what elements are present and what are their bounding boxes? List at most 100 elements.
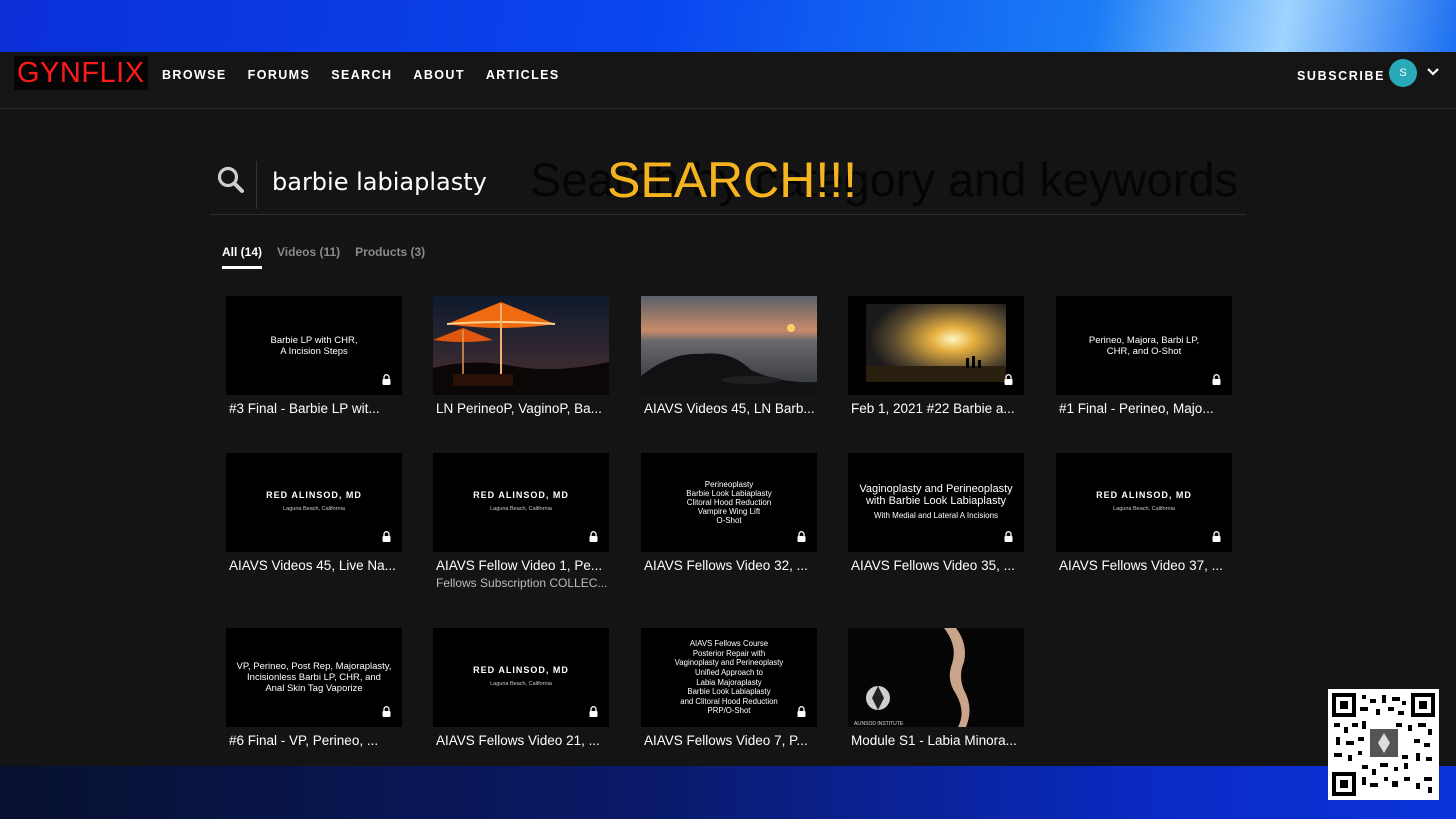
lock-icon [382, 706, 391, 717]
figure-image: ALINSOD INSTITUTE [848, 628, 1024, 727]
video-thumbnail[interactable]: Perineoplasty Barbie Look Labiaplasty Cl… [641, 453, 817, 552]
video-thumbnail[interactable]: ALINSOD INSTITUTE [848, 628, 1024, 727]
thumbnail-caption: Vaginoplasty and Perineoplasty with Barb… [848, 453, 1024, 552]
search-overlay-text: SEARCH!!! [607, 152, 858, 208]
lock-icon [1004, 531, 1013, 542]
video-thumbnail[interactable]: AIAVS Fellows Course Posterior Repair wi… [641, 628, 817, 727]
lock-icon [382, 374, 391, 385]
qr-pattern [1332, 693, 1435, 796]
top-gradient-band [0, 0, 1456, 52]
thumbnail-subheading: With Medial and Lateral A Incisions [873, 510, 999, 520]
lock-icon [589, 706, 598, 717]
result-collection[interactable]: Fellows Subscription COLLEC... [433, 576, 609, 590]
result-tabs: All (14) Videos (11) Products (3) [222, 245, 425, 269]
nav-forums[interactable]: FORUMS [248, 68, 311, 82]
avatar[interactable]: S [1389, 59, 1417, 87]
nav-browse[interactable]: BROWSE [162, 68, 227, 82]
video-thumbnail[interactable]: RED ALINSOD, MD Laguna Beach, California [433, 453, 609, 552]
institute-label: ALINSOD INSTITUTE [854, 721, 904, 727]
brand-name: RED ALINSOD, MD [1096, 490, 1192, 500]
thumbnail-caption: RED ALINSOD, MD Laguna Beach, California [226, 453, 402, 552]
thumbnail-caption: AIAVS Fellows Course Posterior Repair wi… [674, 639, 784, 716]
sunset-beach-image [848, 296, 1024, 395]
nav-about[interactable]: ABOUT [413, 68, 464, 82]
result-title[interactable]: LN PerineoP, VaginoP, Ba... [433, 401, 609, 416]
brand-location: Laguna Beach, California [490, 681, 552, 687]
umbrella-image [433, 296, 609, 395]
video-thumbnail[interactable]: RED ALINSOD, MD Laguna Beach, California [226, 453, 402, 552]
brand-location: Laguna Beach, California [283, 506, 345, 512]
brand-name: RED ALINSOD, MD [473, 665, 569, 675]
nav-articles[interactable]: ARTICLES [486, 68, 560, 82]
result-title[interactable]: #1 Final - Perineo, Majo... [1056, 401, 1232, 416]
thumbnail-caption: RED ALINSOD, MD Laguna Beach, California [433, 453, 609, 552]
brand-location: Laguna Beach, California [1113, 506, 1175, 512]
result-card[interactable]: ALINSOD INSTITUTE Module S1 - Labia Mino… [848, 628, 1024, 748]
result-title[interactable]: AIAVS Videos 45, LN Barb... [641, 401, 817, 416]
result-card[interactable]: Perineo, Majora, Barbi LP, CHR, and O-Sh… [1056, 296, 1232, 416]
qr-code [1328, 689, 1439, 800]
result-title[interactable]: AIAVS Fellows Video 35, ... [848, 558, 1024, 573]
brand-name: RED ALINSOD, MD [266, 490, 362, 500]
seascape-image [641, 296, 817, 395]
lock-icon [589, 531, 598, 542]
thumbnail-caption: Perineoplasty Barbie Look Labiaplasty Cl… [686, 480, 772, 525]
video-thumbnail[interactable] [848, 296, 1024, 395]
result-card[interactable]: LN PerineoP, VaginoP, Ba... [433, 296, 609, 416]
result-card[interactable]: RED ALINSOD, MD Laguna Beach, California… [433, 453, 609, 590]
chevron-down-icon[interactable] [1425, 64, 1441, 80]
thumbnail-caption: RED ALINSOD, MD Laguna Beach, California [1056, 453, 1232, 552]
result-title[interactable]: #3 Final - Barbie LP wit... [226, 401, 402, 416]
result-title[interactable]: AIAVS Fellows Video 37, ... [1056, 558, 1232, 573]
tab-videos[interactable]: Videos (11) [277, 245, 340, 269]
gynflix-logo[interactable]: GYNFLIX [14, 56, 148, 90]
main-nav: BROWSE FORUMS SEARCH ABOUT ARTICLES [162, 68, 560, 82]
video-thumbnail[interactable]: Barbie LP with CHR, A Incision Steps [226, 296, 402, 395]
lock-icon [1212, 374, 1221, 385]
thumbnail-caption: RED ALINSOD, MD Laguna Beach, California [433, 628, 609, 727]
tab-products[interactable]: Products (3) [355, 245, 425, 269]
bottom-gradient-band [0, 766, 1456, 819]
result-card[interactable]: RED ALINSOD, MD Laguna Beach, California… [226, 453, 402, 573]
lock-icon [382, 531, 391, 542]
brand-name: RED ALINSOD, MD [473, 490, 569, 500]
thumbnail-caption: VP, Perineo, Post Rep, Majoraplasty, Inc… [236, 661, 392, 694]
result-title[interactable]: #6 Final - VP, Perineo, ... [226, 733, 402, 748]
result-title[interactable]: AIAVS Fellows Video 21, ... [433, 733, 609, 748]
lock-icon [1004, 374, 1013, 385]
result-title[interactable]: AIAVS Fellow Video 1, Pe... [433, 558, 609, 573]
result-card[interactable]: Vaginoplasty and Perineoplasty with Barb… [848, 453, 1024, 573]
thumbnail-caption: Perineo, Majora, Barbi LP, CHR, and O-Sh… [1088, 334, 1200, 357]
video-thumbnail[interactable]: Perineo, Majora, Barbi LP, CHR, and O-Sh… [1056, 296, 1232, 395]
result-title[interactable]: Feb 1, 2021 #22 Barbie a... [848, 401, 1024, 416]
thumbnail-heading: Vaginoplasty and Perineoplasty with Barb… [859, 482, 1013, 508]
brand-location: Laguna Beach, California [490, 506, 552, 512]
result-card[interactable]: Perineoplasty Barbie Look Labiaplasty Cl… [641, 453, 817, 573]
result-card[interactable]: Feb 1, 2021 #22 Barbie a... [848, 296, 1024, 416]
video-thumbnail[interactable] [433, 296, 609, 395]
result-title[interactable]: Module S1 - Labia Minora... [848, 733, 1024, 748]
result-card[interactable]: AIAVS Videos 45, LN Barb... [641, 296, 817, 416]
result-card[interactable]: Barbie LP with CHR, A Incision Steps #3 … [226, 296, 402, 416]
top-navbar: GYNFLIX BROWSE FORUMS SEARCH ABOUT ARTIC… [0, 52, 1456, 109]
lock-icon [797, 531, 806, 542]
result-card[interactable]: RED ALINSOD, MD Laguna Beach, California… [1056, 453, 1232, 573]
result-card[interactable]: VP, Perineo, Post Rep, Majoraplasty, Inc… [226, 628, 402, 748]
video-thumbnail[interactable]: RED ALINSOD, MD Laguna Beach, California [433, 628, 609, 727]
video-thumbnail[interactable]: RED ALINSOD, MD Laguna Beach, California [1056, 453, 1232, 552]
search-icon [217, 166, 244, 193]
video-thumbnail[interactable]: Vaginoplasty and Perineoplasty with Barb… [848, 453, 1024, 552]
tab-all[interactable]: All (14) [222, 245, 263, 269]
result-title[interactable]: AIAVS Fellows Video 32, ... [641, 558, 817, 573]
result-card[interactable]: AIAVS Fellows Course Posterior Repair wi… [641, 628, 817, 748]
subscribe-button[interactable]: SUBSCRIBE [1297, 69, 1385, 83]
nav-search[interactable]: SEARCH [331, 68, 392, 82]
lock-icon [797, 706, 806, 717]
result-card[interactable]: RED ALINSOD, MD Laguna Beach, California… [433, 628, 609, 748]
lock-icon [1212, 531, 1221, 542]
result-title[interactable]: AIAVS Videos 45, Live Na... [226, 558, 402, 573]
video-thumbnail[interactable] [641, 296, 817, 395]
video-thumbnail[interactable]: VP, Perineo, Post Rep, Majoraplasty, Inc… [226, 628, 402, 727]
result-title[interactable]: AIAVS Fellows Video 7, P... [641, 733, 817, 748]
thumbnail-caption: Barbie LP with CHR, A Incision Steps [270, 334, 358, 357]
